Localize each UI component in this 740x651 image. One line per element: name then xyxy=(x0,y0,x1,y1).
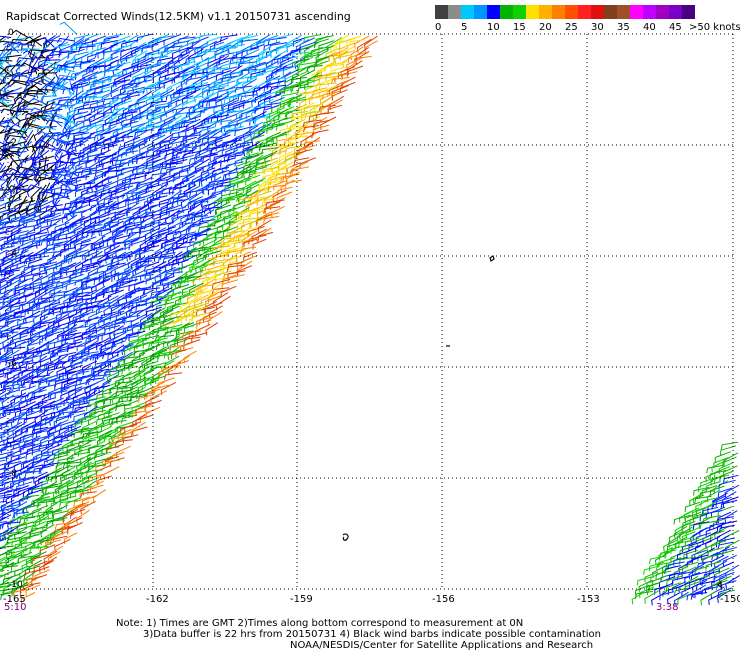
y-tick-label: -8 xyxy=(8,469,17,479)
wind-barb xyxy=(102,43,118,56)
y-tick-label: -10 xyxy=(8,580,23,590)
wind-barb xyxy=(320,116,337,130)
wind-barb xyxy=(207,311,223,326)
wind-barb xyxy=(121,54,138,67)
note-line-1: Note: 1) Times are GMT 2)Times along bot… xyxy=(116,618,524,629)
note-line-2: 3)Data buffer is 22 hrs from 20150731 4)… xyxy=(143,629,601,640)
wind-barb xyxy=(0,335,12,339)
wind-barb xyxy=(52,314,68,329)
wind-barb-map xyxy=(0,21,740,606)
wind-barb xyxy=(722,554,737,567)
island-marker xyxy=(342,533,349,541)
wind-barb xyxy=(346,65,364,77)
wind-barb xyxy=(720,445,737,456)
wind-barb xyxy=(41,85,48,106)
wind-barb xyxy=(131,426,148,437)
wind-barb xyxy=(135,414,154,426)
wind-barb xyxy=(659,591,674,601)
wind-barb xyxy=(716,549,734,561)
wind-barb xyxy=(59,21,78,35)
wind-barb xyxy=(10,392,27,407)
wind-barb xyxy=(363,35,378,50)
x-tick-label: -159 xyxy=(290,594,313,605)
wind-barb xyxy=(155,294,173,303)
wind-barb xyxy=(25,584,40,596)
wind-barb xyxy=(341,71,358,81)
islands xyxy=(342,255,722,589)
y-tick-label: -6 xyxy=(8,359,17,369)
wind-barb xyxy=(63,532,78,545)
wind-barb xyxy=(303,41,320,56)
wind-barb xyxy=(17,225,35,234)
x-tick-label: -156 xyxy=(432,594,455,605)
wind-barb xyxy=(147,61,162,73)
wind-barb xyxy=(205,322,219,336)
wind-barb xyxy=(250,70,266,80)
wind-barb xyxy=(97,475,112,486)
time-left: 5:10 xyxy=(4,602,27,613)
island-marker xyxy=(489,255,495,262)
y-tick-label: -4 xyxy=(8,249,17,259)
wind-barb xyxy=(634,590,653,599)
y-tick-label: -2 xyxy=(8,138,17,148)
wind-barb xyxy=(713,474,730,484)
wind-barb xyxy=(700,591,715,606)
wind-barb xyxy=(34,515,48,529)
wind-barb xyxy=(648,555,667,565)
wind-barb xyxy=(322,90,341,100)
wind-barb xyxy=(75,509,90,524)
wind-barb xyxy=(724,484,740,498)
wind-barb xyxy=(257,219,272,233)
wind-barb xyxy=(57,444,75,454)
note-line-3: NOAA/NESDIS/Center for Satellite Applica… xyxy=(290,640,594,651)
wind-barb xyxy=(160,381,177,395)
wind-barb xyxy=(139,228,155,238)
wind-barb xyxy=(120,166,138,174)
x-tick-label: -150 xyxy=(720,594,740,605)
x-tick-label: -153 xyxy=(577,594,600,605)
wind-barb xyxy=(254,112,271,126)
wind-barb xyxy=(252,238,267,250)
wind-barb xyxy=(34,569,50,581)
wind-swath-right xyxy=(631,441,740,606)
wind-barb xyxy=(0,325,15,338)
wind-barb xyxy=(166,301,182,313)
wind-barb xyxy=(263,215,280,224)
wind-barb xyxy=(194,323,211,337)
time-right: 3:38 xyxy=(656,602,679,613)
y-tick-label: 0 xyxy=(8,28,14,38)
wind-barb xyxy=(724,564,740,579)
wind-swath-left xyxy=(0,21,378,605)
x-tick-label: -162 xyxy=(146,594,169,605)
wind-barb xyxy=(80,500,96,515)
wind-barb xyxy=(136,33,153,43)
